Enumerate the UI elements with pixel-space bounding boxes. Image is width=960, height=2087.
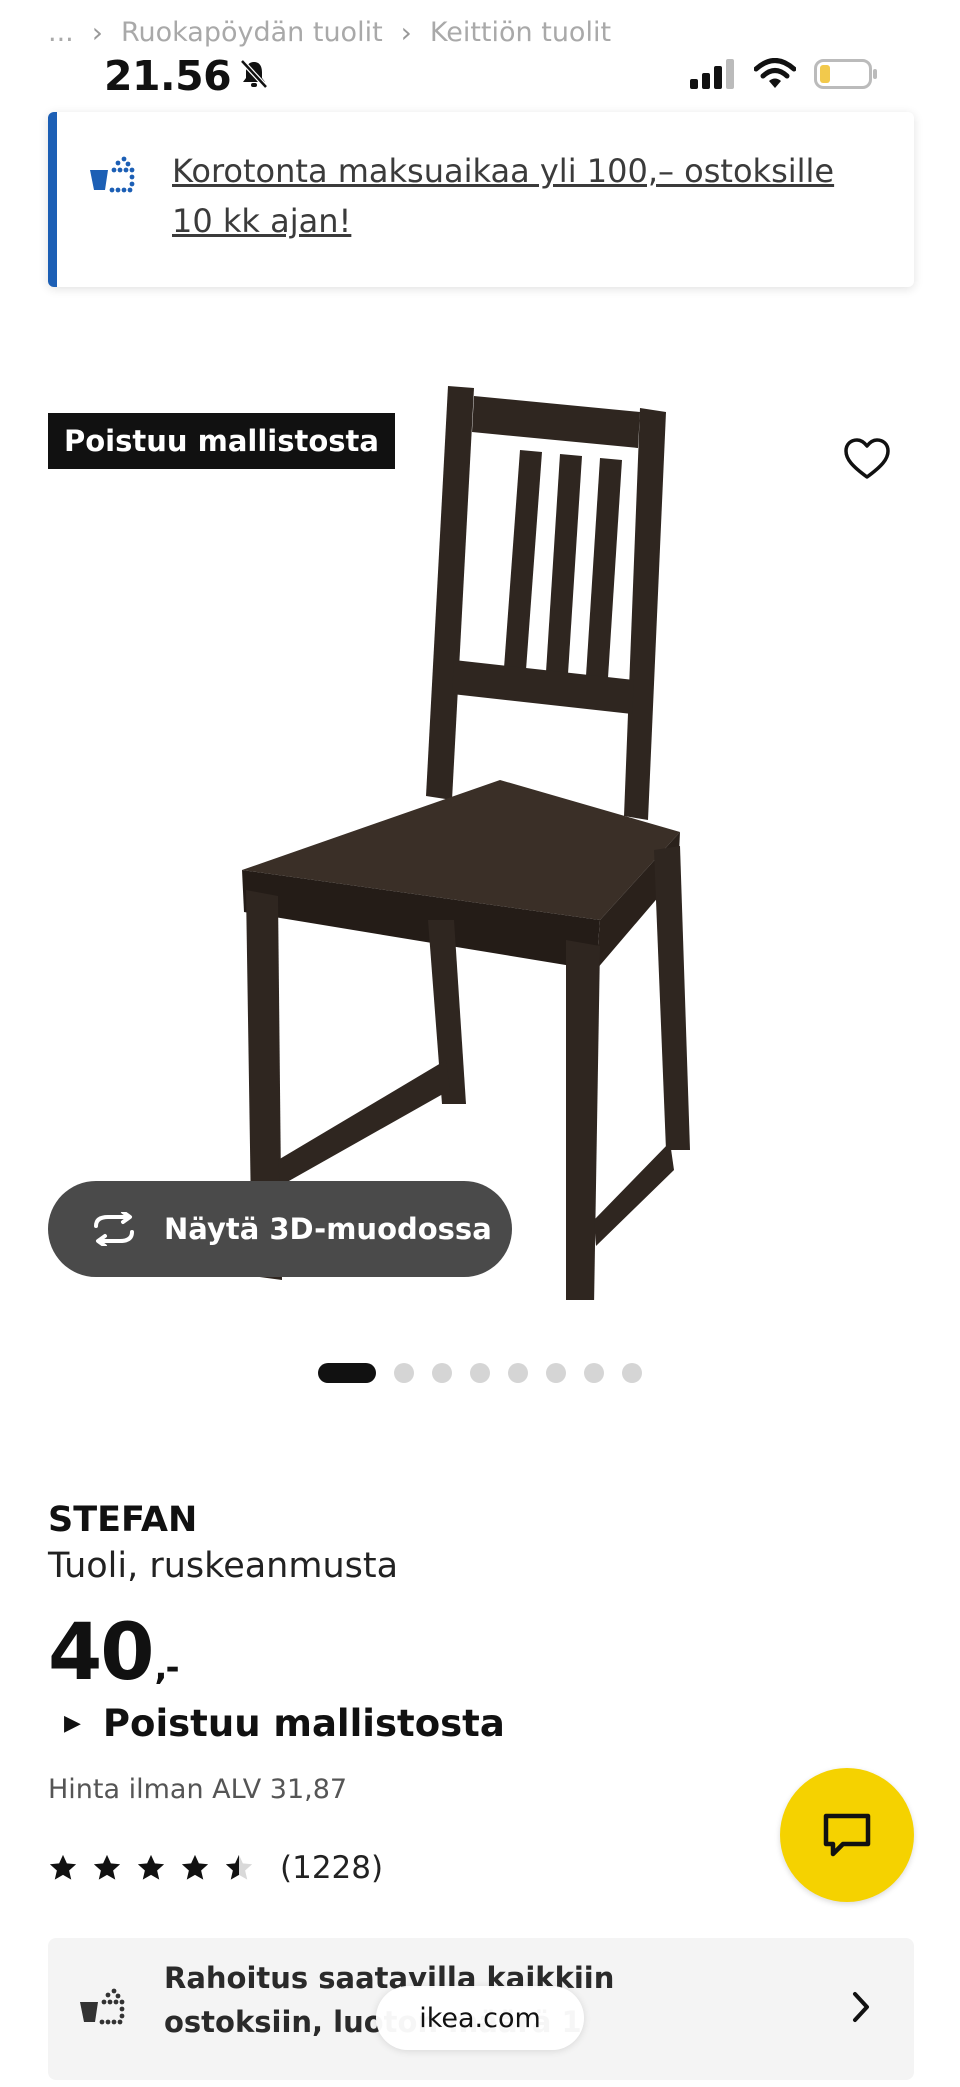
breadcrumb-item-kitchen-chairs[interactable]: Keittiön tuolit <box>430 17 611 48</box>
browser-url-bar[interactable]: ikea.com <box>376 1986 584 2050</box>
heart-icon <box>844 438 890 479</box>
carousel-dot-5[interactable] <box>508 1363 528 1383</box>
payment-basket-icon <box>78 1988 128 2032</box>
breadcrumb-ellipsis[interactable]: ... <box>48 17 74 48</box>
cellular-signal-icon <box>690 59 736 93</box>
chevron-right-icon <box>850 1990 872 2028</box>
chevron-right-icon: › <box>400 15 412 49</box>
chat-button[interactable] <box>780 1768 914 1902</box>
chevron-right-icon: › <box>91 15 103 49</box>
star-full-icon <box>181 1854 209 1880</box>
wifi-icon <box>753 58 797 94</box>
carousel-dot-7[interactable] <box>584 1363 604 1383</box>
triangle-right-icon: ▶ <box>64 1711 81 1736</box>
star-half-icon <box>225 1854 253 1880</box>
image-carousel-indicator <box>318 1362 642 1384</box>
product-price: 40 ,- <box>48 1608 180 1698</box>
time-text: 21.56 <box>104 52 232 100</box>
star-full-icon <box>49 1854 77 1880</box>
chat-bubble-icon <box>823 1813 871 1857</box>
discontinued-label: Poistuu mallistosta <box>102 1702 505 1745</box>
carousel-dot-4[interactable] <box>470 1363 490 1383</box>
price-value: 40 <box>48 1608 155 1698</box>
view-3d-label: Näytä 3D-muodossa <box>164 1212 492 1246</box>
discontinued-disclosure[interactable]: ▶ Poistuu mallistosta <box>64 1702 505 1745</box>
battery-icon <box>814 58 878 94</box>
product-image[interactable] <box>230 380 730 1306</box>
banner-link-text[interactable]: Korotonta maksuaikaa yli 100,– ostoksill… <box>172 146 882 246</box>
carousel-dot-6[interactable] <box>546 1363 566 1383</box>
star-full-icon <box>93 1854 121 1880</box>
add-to-favourites-button[interactable] <box>842 435 892 485</box>
carousel-dot-8[interactable] <box>622 1363 642 1383</box>
status-icons <box>690 58 878 94</box>
carousel-dot-2[interactable] <box>394 1363 414 1383</box>
carousel-dot-1[interactable] <box>318 1363 376 1383</box>
product-rating[interactable]: (1228) <box>48 1850 383 1886</box>
price-suffix: ,- <box>154 1648 180 1688</box>
rating-count: (1228) <box>280 1850 384 1886</box>
silent-bell-icon <box>239 52 269 100</box>
rating-stars <box>48 1853 254 1883</box>
banner-accent-stripe <box>48 112 57 287</box>
breadcrumb-item-dining-chairs[interactable]: Ruokapöydän tuolit <box>121 17 383 48</box>
carousel-dot-3[interactable] <box>432 1363 452 1383</box>
status-time: 21.56 <box>104 52 269 100</box>
promo-banner[interactable]: Korotonta maksuaikaa yli 100,– ostoksill… <box>48 112 914 287</box>
product-name: STEFAN <box>48 1500 198 1540</box>
price-excl-vat: Hinta ilman ALV 31,87 <box>48 1774 348 1805</box>
view-3d-button[interactable]: Näytä 3D-muodossa <box>48 1181 512 1277</box>
star-full-icon <box>137 1854 165 1880</box>
rotate-3d-icon <box>88 1212 140 1246</box>
payment-basket-icon <box>88 156 138 200</box>
product-description: Tuoli, ruskeanmusta <box>48 1546 399 1586</box>
breadcrumb: ... › Ruokapöydän tuolit › Keittiön tuol… <box>48 10 611 54</box>
